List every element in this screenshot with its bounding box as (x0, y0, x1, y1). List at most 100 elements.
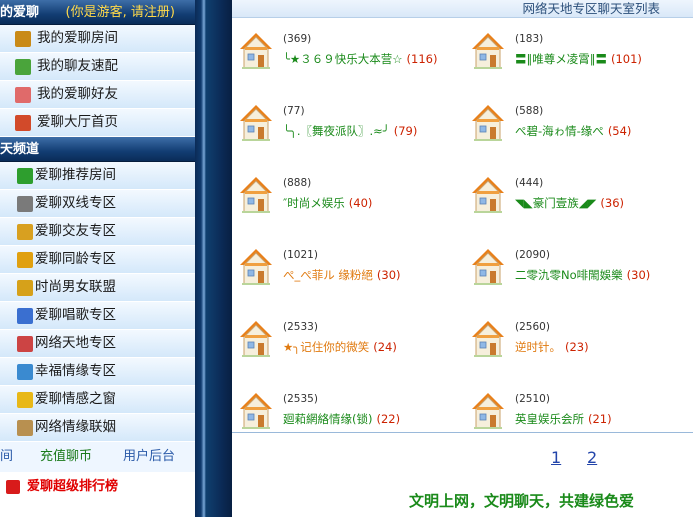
my-menu-item[interactable]: 我的聊友速配 (0, 53, 195, 81)
page-link-1[interactable]: 1 (551, 448, 561, 467)
room-name-row[interactable]: ぺ_ぺ菲ル 缘粉絕 (30) (283, 267, 401, 283)
room-number: (2535) (283, 393, 318, 405)
room-name: ″时尚メ娱乐 (283, 196, 345, 210)
channel-menu-item[interactable]: 爱聊交友专区 (0, 218, 195, 246)
channel-menu-item-label: 爱聊唱歌专区 (35, 307, 116, 323)
guest-notice[interactable]: (你是游客, 请注册) (66, 5, 175, 20)
grid-icon (17, 196, 33, 212)
room-name-row[interactable]: 逆时针。 (23) (515, 339, 589, 355)
room-name: 英皇娱乐会所 (515, 412, 584, 426)
channel-menu-item[interactable]: 网络天地专区 (0, 330, 195, 358)
my-section-title: 的爱聊 (0, 5, 40, 20)
envelope-heart-icon (15, 87, 31, 103)
house-icon (239, 176, 273, 214)
room-name-row[interactable]: ぺ碧-海ゎ情-缘ぺ (54) (515, 123, 631, 139)
room-name: 廻萂網絡情缘(锁) (283, 412, 373, 426)
channel-menu-item[interactable]: 爱聊双线专区 (0, 190, 195, 218)
room-number: (2090) (515, 249, 550, 261)
card-icon (17, 280, 33, 296)
room-link[interactable]: 间 (0, 442, 13, 472)
room-occupancy: (36) (600, 196, 624, 210)
channel-menu-item-label: 网络情缘联姻 (35, 419, 116, 435)
my-menu-item[interactable]: 我的爱聊好友 (0, 81, 195, 109)
ranking-label: 爱聊超级排行榜 (27, 479, 119, 494)
room-list-panel: 网络天地专区聊天室列表 (369) ╰★３６９快乐大本营☆ (116) (183) 〓‖… (232, 0, 693, 517)
page-link-2[interactable]: 2 (587, 448, 597, 467)
my-menu-item[interactable]: 爱聊大厅首页 (0, 109, 195, 137)
room-name: ★╮记住你的微笑 (283, 340, 370, 354)
users-icon (17, 224, 33, 240)
room-occupancy: (101) (611, 52, 642, 66)
channel-menu-item-label: 爱聊交友专区 (35, 223, 116, 239)
house-icon (239, 104, 273, 142)
room-entry[interactable]: (1021) ぺ_ぺ菲ル 缘粉絕 (30) (232, 240, 457, 302)
room-occupancy: (79) (393, 124, 418, 138)
room-entry[interactable]: (2535) 廻萂網絡情缘(锁) (22) (232, 384, 457, 446)
room-entry[interactable]: (2533) ★╮记住你的微笑 (24) (232, 312, 457, 374)
room-occupancy: (30) (376, 268, 401, 282)
channel-menu-item-label: 爱聊推荐房间 (35, 167, 116, 183)
room-entry[interactable]: (2510) 英皇娱乐会所 (21) (464, 384, 689, 446)
channel-menu: 爱聊推荐房间爱聊双线专区爱聊交友专区 爱聊同龄专区 时尚男女联盟 爱聊唱歌专区 网络天地… (0, 162, 195, 442)
house-icon (471, 32, 505, 70)
room-entry[interactable]: (2560) 逆时针。 (23) (464, 312, 689, 374)
room-occupancy: (24) (373, 340, 397, 354)
room-name: ◥◣豪门壹族◢◤ (515, 196, 597, 210)
home-icon (15, 115, 31, 131)
recharge-link[interactable]: 充值聊币 (40, 442, 92, 472)
channel-menu-item[interactable]: 爱聊推荐房间 (0, 162, 195, 190)
room-entry[interactable]: (588) ぺ碧-海ゎ情-缘ぺ (54) (464, 96, 689, 158)
user-backend-link[interactable]: 用户后台 (123, 442, 175, 472)
room-name-row[interactable]: ╰★３６９快乐大本营☆ (116) (283, 51, 437, 67)
channel-menu-item-label: 网络天地专区 (35, 335, 116, 351)
channel-menu-item[interactable]: 时尚男女联盟 (0, 274, 195, 302)
footer-message: 文明上网，文明聊天，共建绿色爱 (409, 492, 635, 510)
room-number: (1021) (283, 249, 318, 261)
channel-menu-item[interactable]: 爱聊情感之窗 (0, 386, 195, 414)
room-entry[interactable]: (369) ╰★３６９快乐大本营☆ (116) (232, 24, 457, 86)
room-name-row[interactable]: ◥◣豪门壹族◢◤ (36) (515, 195, 624, 211)
channel-menu-item[interactable]: 网络情缘联姻 (0, 414, 195, 442)
room-name: 二零氿零No啡閙娛樂 (515, 268, 623, 282)
room-entry[interactable]: (77) ╰╮.〖舞夜派队〗.≈╯ (79) (232, 96, 457, 158)
people-pair-icon (17, 336, 33, 352)
room-name: 〓‖唯尊メ凌霄‖〓 (515, 52, 607, 66)
room-entry[interactable]: (183) 〓‖唯尊メ凌霄‖〓 (101) (464, 24, 689, 86)
room-name-row[interactable]: ★╮记住你的微笑 (24) (283, 339, 397, 355)
house-icon (471, 248, 505, 286)
room-number: (183) (515, 33, 544, 45)
room-name-row[interactable]: ″时尚メ娱乐 (40) (283, 195, 372, 211)
house-icon (471, 320, 505, 358)
people-icon (17, 252, 33, 268)
room-name: ╰╮.〖舞夜派队〗.≈╯ (283, 124, 390, 138)
room-name-row[interactable]: 英皇娱乐会所 (21) (515, 411, 612, 427)
room-occupancy: (54) (607, 124, 632, 138)
ranking-link[interactable]: 爱聊超级排行榜 (0, 472, 195, 502)
channel-menu-item-label: 时尚男女联盟 (35, 279, 116, 295)
channel-menu-item[interactable]: 爱聊唱歌专区 (0, 302, 195, 330)
trophy-icon (6, 480, 20, 494)
my-menu-item[interactable]: 我的爱聊房间 (0, 25, 195, 53)
room-entry[interactable]: (2090) 二零氿零No啡閙娛樂 (30) (464, 240, 689, 302)
frame-divider[interactable] (195, 0, 232, 517)
channel-menu-item-label: 爱聊同龄专区 (35, 251, 116, 267)
channel-menu-item[interactable]: 爱聊同龄专区 (0, 246, 195, 274)
channel-section-header: 天频道 (0, 137, 195, 162)
room-name-row[interactable]: ╰╮.〖舞夜派队〗.≈╯ (79) (283, 123, 417, 139)
house-icon (239, 392, 273, 430)
certificate-icon (17, 364, 33, 380)
room-name-row[interactable]: 二零氿零No啡閙娛樂 (30) (515, 267, 650, 283)
room-name: ぺ碧-海ゎ情-缘ぺ (515, 124, 604, 138)
my-menu-item-label: 爱聊大厅首页 (37, 114, 118, 130)
channel-menu-item-label: 爱聊情感之窗 (35, 391, 116, 407)
room-entry[interactable]: (888) ″时尚メ娱乐 (40) (232, 168, 457, 230)
house-icon (239, 320, 273, 358)
room-occupancy: (22) (376, 412, 401, 426)
room-name-row[interactable]: 〓‖唯尊メ凌霄‖〓 (101) (515, 51, 642, 67)
room-number: (888) (283, 177, 312, 189)
channel-menu-item[interactable]: 幸福情缘专区 (0, 358, 195, 386)
room-name-row[interactable]: 廻萂網絡情缘(锁) (22) (283, 411, 400, 427)
house-icon (471, 176, 505, 214)
room-entry[interactable]: (444) ◥◣豪门壹族◢◤ (36) (464, 168, 689, 230)
room-number: (2533) (283, 321, 318, 333)
